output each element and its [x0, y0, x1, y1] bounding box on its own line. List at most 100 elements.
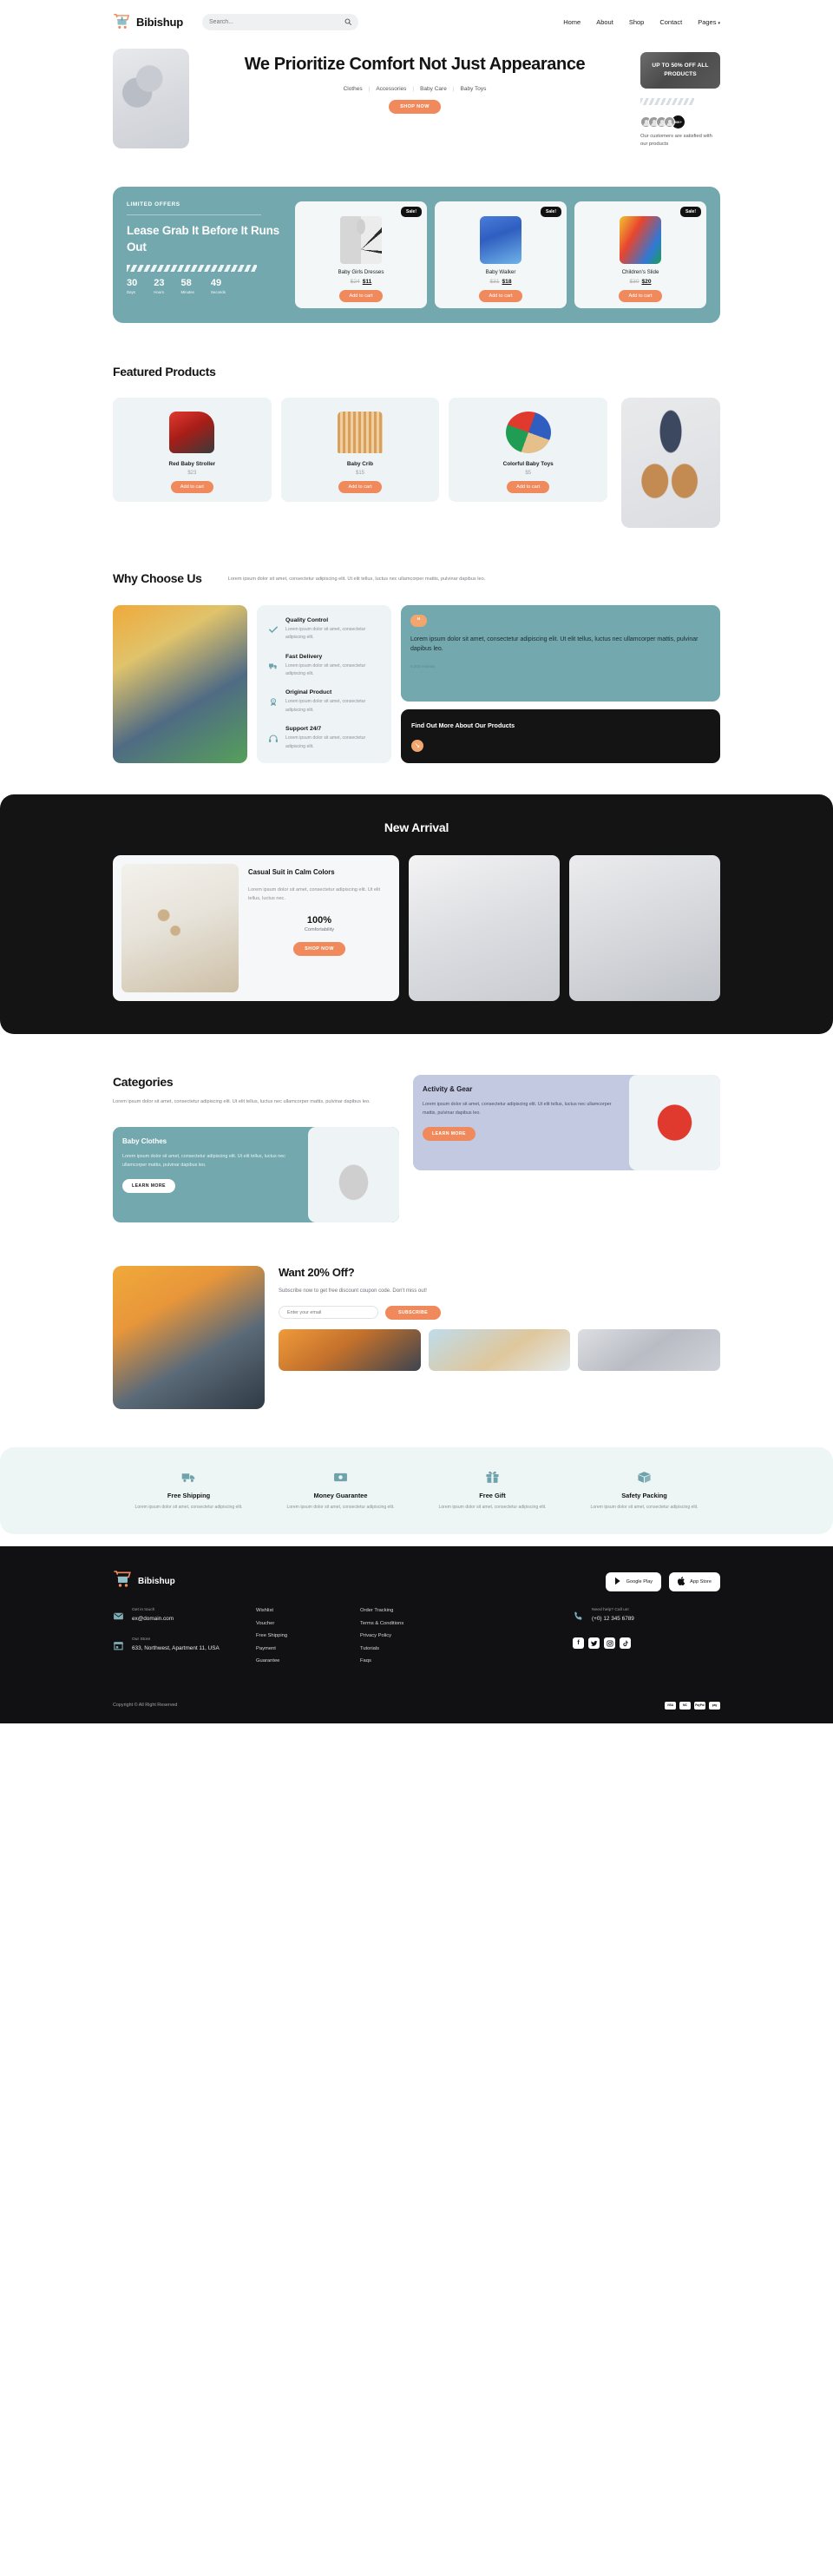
service-desc: Lorem ipsum dolor sit amet, consectetur … — [590, 1504, 699, 1510]
testimonial-text: Lorem ipsum dolor sit amet, consectetur … — [410, 636, 699, 653]
box-icon — [577, 1470, 712, 1485]
product-card[interactable]: Colorful Baby Toys $5 Add to cart — [449, 398, 608, 502]
search-icon[interactable] — [344, 14, 351, 30]
arrow-down-right-icon[interactable]: ↘ — [411, 739, 423, 752]
headset-icon — [267, 726, 279, 751]
app-store-button[interactable]: App Store — [669, 1571, 720, 1591]
arrival-side-image-1[interactable] — [409, 854, 560, 1001]
add-to-cart-button[interactable]: Add to cart — [479, 290, 522, 302]
add-to-cart-button[interactable]: Add to cart — [170, 481, 213, 493]
category-desc: Lorem ipsum dolor sit amet, consectetur … — [423, 1101, 612, 1117]
search-box[interactable] — [202, 13, 359, 30]
nav-item-about[interactable]: About — [596, 18, 613, 26]
footer-link-faqs[interactable]: Faqs — [360, 1658, 464, 1664]
feature-item-support: Support 24/7 Lorem ipsum dolor sit amet,… — [267, 726, 381, 751]
footer-link-terms[interactable]: Terms & Conditions — [360, 1621, 464, 1626]
main-nav: Home About Shop Contact Pages ▾ — [563, 18, 720, 26]
footer-link-privacy[interactable]: Privacy Policy — [360, 1633, 464, 1638]
hero-link-baby-toys[interactable]: Baby Toys — [461, 86, 487, 92]
hero-link-clothes[interactable]: Clothes — [344, 86, 363, 92]
footer-logo[interactable]: Bibishup — [113, 1569, 175, 1594]
learn-more-button[interactable]: LEARN MORE — [122, 1178, 175, 1193]
why-subtitle: Lorem ipsum dolor sit amet, consectetur … — [227, 576, 486, 582]
service-safety-packing: Safety Packing Lorem ipsum dolor sit ame… — [568, 1470, 720, 1512]
product-image — [480, 216, 521, 264]
footer-logo-text: Bibishup — [138, 1577, 175, 1587]
hero-product-image — [113, 49, 189, 148]
learn-more-button[interactable]: LEARN MORE — [423, 1126, 476, 1141]
add-to-cart-button[interactable]: Add to cart — [507, 481, 550, 493]
footer-links-col1: Wishlist Voucher Free Shipping Payment G… — [256, 1608, 360, 1671]
testimonial-reviews: 5,000 reviews — [410, 664, 436, 669]
thumbnail[interactable] — [578, 1328, 721, 1371]
arrival-side-image-2[interactable] — [569, 854, 720, 1001]
offer-card[interactable]: Sale! Baby Girls Dresses $24 $11 Add to c… — [295, 201, 427, 308]
nav-item-contact[interactable]: Contact — [659, 18, 682, 26]
add-to-cart-button[interactable]: Add to cart — [619, 290, 662, 302]
category-card-activity-gear[interactable]: Activity & Gear Lorem ipsum dolor sit am… — [413, 1074, 720, 1170]
apple-icon — [678, 1576, 685, 1587]
paypal-icon: PayPal — [694, 1701, 705, 1710]
google-play-button[interactable]: Google Play — [605, 1571, 662, 1591]
twitter-icon[interactable] — [588, 1637, 600, 1650]
logo[interactable]: Bibishup — [113, 12, 183, 31]
testimonial-card: “ Lorem ipsum dolor sit amet, consectetu… — [401, 605, 720, 702]
footer-link-free-shipping[interactable]: Free Shipping — [256, 1633, 360, 1638]
why-photo — [113, 605, 247, 763]
hero-title: We Prioritize Comfort Not Just Appearanc… — [244, 55, 586, 74]
category-card-baby-clothes[interactable]: Baby Clothes Lorem ipsum dolor sit amet,… — [113, 1126, 399, 1222]
nav-item-pages[interactable]: Pages ▾ — [698, 18, 720, 26]
truck-icon — [121, 1470, 256, 1485]
add-to-cart-button[interactable]: Add to cart — [339, 290, 383, 302]
thumbnail[interactable] — [279, 1328, 421, 1371]
product-image — [505, 412, 551, 453]
arrival-main-card[interactable]: Casual Suit in Calm Colors Lorem ipsum d… — [113, 854, 399, 1001]
tiktok-icon[interactable] — [620, 1637, 631, 1650]
promo-banner[interactable]: UP TO 50% OFF ALL PRODUCTS — [640, 52, 720, 89]
help-phone-number[interactable]: (+0) 12 345 6789 — [592, 1615, 634, 1624]
feature-title: Quality Control — [285, 617, 329, 623]
instagram-icon[interactable] — [604, 1637, 615, 1650]
footer-link-wishlist[interactable]: Wishlist — [256, 1608, 360, 1613]
product-card[interactable]: Baby Crib $15 Add to cart — [280, 398, 440, 502]
footer-link-tutorials[interactable]: Tutorials — [360, 1646, 464, 1651]
hero-shop-now-button[interactable]: SHOP NOW — [389, 99, 441, 114]
countdown-seconds: 49 Seconds — [210, 278, 226, 295]
thumbnail[interactable] — [428, 1328, 571, 1371]
categories-right: Activity & Gear Lorem ipsum dolor sit am… — [413, 1074, 720, 1170]
quote-icon: “ — [410, 615, 427, 627]
hero-link-baby-care[interactable]: Baby Care — [420, 86, 447, 92]
footer-link-payment[interactable]: Payment — [256, 1646, 360, 1651]
footer-link-voucher[interactable]: Voucher — [256, 1621, 360, 1626]
app-store-buttons: Google Play App Store — [605, 1571, 720, 1591]
nav-item-home[interactable]: Home — [563, 18, 580, 26]
footer-link-order-tracking[interactable]: Order Tracking — [360, 1608, 464, 1613]
offer-card[interactable]: Sale! Children's Slide $30 $20 Add to car… — [574, 201, 706, 308]
find-out-more-card[interactable]: Find Out More About Our Products ↘ — [401, 708, 720, 763]
new-arrival-section: New Arrival Casual Suit in Calm Colors L… — [0, 794, 833, 1034]
product-image — [620, 216, 661, 264]
divider: | — [412, 85, 415, 92]
mail-icon — [113, 1608, 124, 1626]
contact-value[interactable]: ex@domain.com — [132, 1615, 174, 1624]
offer-card[interactable]: Sale! Baby Walker $31 $18 Add to cart — [435, 201, 567, 308]
product-card[interactable]: Red Baby Stroller $23 Add to cart — [113, 398, 272, 502]
product-image — [121, 863, 239, 992]
hero-content: We Prioritize Comfort Not Just Appearanc… — [205, 49, 625, 114]
why-choose-us-section: Why Choose Us Lorem ipsum dolor sit amet… — [113, 571, 720, 763]
why-aside: “ Lorem ipsum dolor sit amet, consectetu… — [401, 605, 720, 763]
hero-link-accessories[interactable]: Accessories — [376, 86, 406, 92]
facebook-icon[interactable]: f — [573, 1637, 584, 1650]
page-title: New Arrival — [384, 820, 449, 834]
page-title: Why Choose Us — [113, 571, 202, 585]
arrival-shop-now-button[interactable]: SHOP NOW — [293, 942, 345, 957]
add-to-cart-button[interactable]: Add to cart — [338, 481, 382, 493]
subscribe-button[interactable]: SUBSCRIBE — [385, 1305, 442, 1320]
page-title: Featured Products — [113, 365, 216, 379]
service-title: Money Guarantee — [313, 1491, 368, 1499]
nav-item-shop[interactable]: Shop — [629, 18, 645, 26]
email-field[interactable] — [279, 1306, 378, 1320]
footer-link-guarantee[interactable]: Guarantee — [256, 1658, 360, 1664]
footer-links-col2: Order Tracking Terms & Conditions Privac… — [360, 1608, 464, 1671]
search-input[interactable] — [209, 18, 342, 25]
